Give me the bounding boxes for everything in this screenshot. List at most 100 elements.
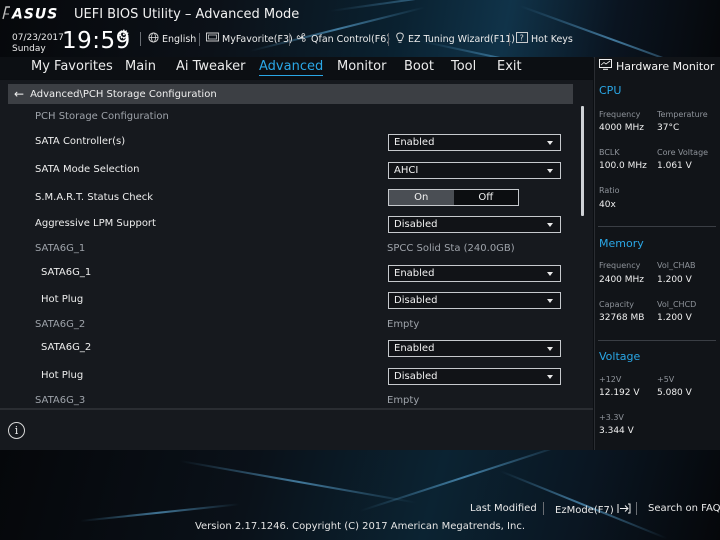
tab-boot[interactable]: Boot — [404, 59, 434, 74]
settings-scrollbar[interactable] — [581, 106, 584, 216]
lpm-support-value: Disabled — [394, 219, 438, 230]
sata6g-1-device: SPCC Solid Sta (240.0GB) — [387, 243, 515, 254]
day-text: Sunday — [12, 44, 46, 54]
tab-monitor[interactable]: Monitor — [337, 59, 386, 74]
qfan-control-button[interactable]: Qfan Control(F6) — [296, 32, 390, 46]
toolbar-separator — [388, 33, 389, 46]
exit-arrow-icon — [617, 503, 631, 517]
sata6g-2-enable-label: SATA6G_2 — [41, 342, 92, 353]
search-faq-button[interactable]: Search on FAQ — [648, 503, 720, 514]
v12-value: 12.192 V — [599, 388, 640, 398]
svg-text:?: ? — [520, 34, 524, 43]
back-arrow-icon[interactable]: ← — [14, 87, 24, 101]
hot-keys-button[interactable]: ? Hot Keys — [516, 32, 573, 46]
sata6g-1-hotplug-value: Disabled — [394, 295, 438, 306]
core-voltage-label: Core Voltage — [657, 148, 709, 157]
caret-down-icon — [547, 169, 553, 173]
myfavorite-button[interactable]: MyFavorite(F3) — [206, 32, 293, 46]
tab-my-favorites[interactable]: My Favorites — [31, 59, 113, 74]
ezmode-label: EzMode(F7) — [555, 504, 614, 516]
tab-advanced[interactable]: Advanced — [259, 59, 324, 76]
sata-controllers-value: Enabled — [394, 137, 435, 148]
sata6g-2-device: Empty — [387, 319, 420, 330]
sata-mode-dropdown[interactable]: AHCI — [388, 162, 561, 179]
svg-text:ASUS: ASUS — [11, 7, 58, 22]
ratio-value: 40x — [599, 200, 616, 210]
capacity-label: Capacity — [599, 300, 634, 309]
toolbar-separator — [140, 32, 141, 46]
capacity-value: 32768 MB — [599, 313, 645, 323]
hot-keys-label: Hot Keys — [531, 33, 573, 45]
tab-tool[interactable]: Tool — [451, 59, 476, 74]
sata6g-2-hotplug-dropdown[interactable]: Disabled — [388, 368, 561, 385]
cpu-frequency-value: 4000 MHz — [599, 123, 645, 133]
hardware-monitor-label: Hardware Monitor — [616, 59, 715, 73]
caret-down-icon — [547, 272, 553, 276]
version-text: Version 2.17.1246. Copyright (C) 2017 Am… — [194, 521, 526, 532]
sata6g-2-enable-dropdown[interactable]: Enabled — [388, 340, 561, 357]
vol-chcd-value: 1.200 V — [657, 313, 692, 323]
ez-tuning-wizard-button[interactable]: EZ Tuning Wizard(F11) — [395, 32, 515, 47]
caret-down-icon — [547, 347, 553, 351]
last-modified-button[interactable]: Last Modified — [470, 503, 537, 514]
v5-value: 5.080 V — [657, 388, 692, 398]
sata-controllers-dropdown[interactable]: Enabled — [388, 134, 561, 151]
sata-mode-value: AHCI — [394, 165, 419, 176]
ez-tuning-wizard-label: EZ Tuning Wizard(F11) — [408, 34, 516, 45]
cpu-temperature-label: Temperature — [657, 110, 708, 119]
toolbar-separator — [199, 33, 200, 46]
sata6g-2-hotplug-label: Hot Plug — [41, 370, 84, 381]
voltage-section-title: Voltage — [599, 350, 641, 363]
sata6g-1-hotplug-dropdown[interactable]: Disabled — [388, 292, 561, 309]
caret-down-icon — [547, 375, 553, 379]
sata6g-1-enable-label: SATA6G_1 — [41, 267, 92, 278]
ratio-label: Ratio — [599, 186, 620, 195]
date-display: 07/23/2017 Sunday — [12, 33, 64, 55]
footer-separator — [636, 502, 637, 515]
cpu-section-title: CPU — [599, 84, 622, 97]
sata-mode-label: SATA Mode Selection — [35, 164, 140, 175]
myfavorite-label: MyFavorite(F3) — [222, 33, 293, 45]
favorite-icon — [206, 32, 219, 46]
tab-main[interactable]: Main — [125, 59, 156, 74]
caret-down-icon — [547, 299, 553, 303]
memory-frequency-value: 2400 MHz — [599, 275, 645, 285]
language-button[interactable]: English — [148, 32, 196, 46]
sata6g-3-header: SATA6G_3 — [35, 395, 86, 406]
ezmode-button[interactable]: EzMode(F7) — [555, 503, 631, 517]
caret-down-icon — [547, 141, 553, 145]
vol-chcd-label: Vol_CHCD — [657, 300, 697, 309]
smart-status-toggle[interactable]: On Off — [388, 189, 519, 206]
v5-label: +5V — [657, 375, 675, 384]
monitor-icon — [599, 59, 612, 73]
smart-on-option[interactable]: On — [389, 190, 454, 205]
sata6g-2-header: SATA6G_2 — [35, 319, 86, 330]
bulb-icon — [395, 32, 405, 47]
tab-exit[interactable]: Exit — [497, 59, 522, 74]
sata6g-1-enable-value: Enabled — [394, 268, 435, 279]
time-settings-gear-icon[interactable]: ⚙ — [118, 28, 130, 43]
sata6g-3-device: Empty — [387, 395, 420, 406]
memory-frequency-label: Frequency — [599, 261, 641, 270]
hw-divider — [598, 226, 716, 227]
lpm-support-dropdown[interactable]: Disabled — [388, 216, 561, 233]
bclk-label: BCLK — [599, 148, 620, 157]
language-label: English — [162, 33, 197, 45]
v12-label: +12V — [599, 375, 622, 384]
app-title: UEFI BIOS Utility – Advanced Mode — [74, 7, 300, 22]
breadcrumb[interactable]: ← Advanced\PCH Storage Configuration — [8, 84, 573, 104]
globe-icon — [148, 32, 159, 46]
smart-off-option[interactable]: Off — [454, 190, 519, 205]
sata-controllers-label: SATA Controller(s) — [35, 136, 126, 147]
v33-label: +3.3V — [599, 413, 624, 422]
sata6g-1-hotplug-label: Hot Plug — [41, 294, 84, 305]
toolbar-separator — [509, 33, 510, 46]
smart-status-label: S.M.A.R.T. Status Check — [35, 192, 154, 203]
version-copyright: Version 2.17.1246. Copyright (C) 2017 Am… — [0, 521, 720, 532]
hw-divider — [598, 340, 716, 341]
footer-separator — [543, 502, 544, 515]
sata6g-1-enable-dropdown[interactable]: Enabled — [388, 265, 561, 282]
vol-chab-value: 1.200 V — [657, 275, 692, 285]
vol-chab-label: Vol_CHAB — [657, 261, 696, 270]
tab-ai-tweaker[interactable]: Ai Tweaker — [176, 59, 245, 74]
